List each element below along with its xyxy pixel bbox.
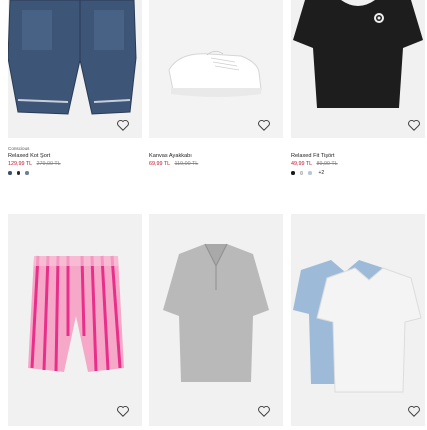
color-swatch[interactable] xyxy=(291,171,295,175)
product-image[interactable] xyxy=(8,0,142,138)
heart-icon[interactable] xyxy=(257,118,271,132)
color-swatch[interactable] xyxy=(25,171,29,175)
product-name[interactable]: Kanvas Ayakkabı xyxy=(149,152,283,160)
color-swatches xyxy=(8,169,142,177)
grey-polo-shirt-image xyxy=(149,214,283,426)
color-swatches: +2 xyxy=(291,169,425,177)
sale-price: 69,99 TL xyxy=(149,161,170,167)
color-swatch[interactable] xyxy=(16,171,20,175)
heart-icon[interactable] xyxy=(116,118,130,132)
product-prices: 129,99 TL 279,00 TL xyxy=(8,160,142,168)
heart-icon[interactable] xyxy=(116,404,130,418)
heart-icon[interactable] xyxy=(257,404,271,418)
heart-icon[interactable] xyxy=(407,404,421,418)
pink-striped-shorts-image xyxy=(8,214,142,426)
sale-price: 129,99 TL xyxy=(8,161,32,167)
product-image[interactable] xyxy=(149,0,283,138)
product-info: Kanvas Ayakkabı 69,99 TL 119,00 TL xyxy=(149,152,283,168)
product-prices: 49,99 TL 89,99 TL xyxy=(291,160,425,168)
blue-white-tshirts-image xyxy=(291,214,425,426)
product-image[interactable] xyxy=(149,214,283,426)
product-name[interactable]: Relaxed Kot Şort xyxy=(8,152,142,160)
color-swatch[interactable] xyxy=(308,171,312,175)
old-price: 119,00 TL xyxy=(174,161,199,167)
product-name[interactable]: Relaxed Fit Tişört xyxy=(291,152,425,160)
color-swatch[interactable] xyxy=(8,171,12,175)
product-image[interactable] xyxy=(291,0,425,138)
color-swatch[interactable] xyxy=(299,171,303,175)
product-image[interactable] xyxy=(8,214,142,426)
old-price: 279,00 TL xyxy=(36,161,61,167)
product-prices: 69,99 TL 119,00 TL xyxy=(149,160,283,168)
heart-icon[interactable] xyxy=(407,118,421,132)
product-image[interactable] xyxy=(291,214,425,426)
more-colors[interactable]: +2 xyxy=(319,170,325,176)
product-info: Relaxed Fit Tişört 49,99 TL 89,99 TL +2 xyxy=(291,152,425,177)
black-tshirt-image xyxy=(291,0,425,138)
sale-price: 49,99 TL xyxy=(291,161,312,167)
product-info: Conscious Relaxed Kot Şort 129,99 TL 279… xyxy=(8,146,142,177)
old-price: 89,99 TL xyxy=(316,161,338,167)
